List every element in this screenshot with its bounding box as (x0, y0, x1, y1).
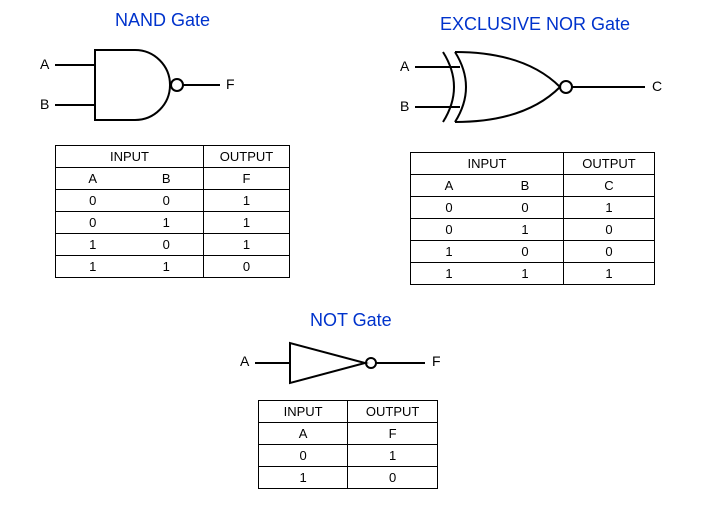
nand-truth-table: INPUT OUTPUT A B F 001 011 101 110 (55, 145, 290, 278)
not-output-header: OUTPUT (348, 401, 438, 423)
xnor-pin-out: C (652, 78, 662, 94)
xnor-gate-symbol (415, 42, 660, 132)
table-row: 010 (411, 219, 655, 241)
nand-title: NAND Gate (115, 10, 210, 31)
xnor-pin-a: A (400, 58, 409, 74)
nand-gate-symbol (55, 40, 245, 130)
not-pin-a: A (240, 353, 249, 369)
table-row: 111 (411, 263, 655, 285)
nand-pin-a: A (40, 56, 49, 72)
not-title: NOT Gate (310, 310, 392, 331)
xnor-truth-table: INPUT OUTPUT A B C 001 010 100 111 (410, 152, 655, 285)
xnor-input-header: INPUT (411, 153, 564, 175)
not-input-header: INPUT (259, 401, 348, 423)
nand-pin-b: B (40, 96, 49, 112)
table-row: 100 (411, 241, 655, 263)
not-gate-symbol (255, 338, 435, 388)
table-row: 110 (56, 256, 290, 278)
xnor-col-out: C (564, 175, 655, 197)
xnor-col-b: B (487, 175, 564, 197)
table-row: 001 (411, 197, 655, 219)
table-row: 001 (56, 190, 290, 212)
table-row: 01 (259, 445, 438, 467)
nand-input-header: INPUT (56, 146, 204, 168)
not-col-out: F (348, 423, 438, 445)
nand-pin-out: F (226, 76, 235, 92)
nand-col-out: F (204, 168, 290, 190)
table-row: 101 (56, 234, 290, 256)
xnor-pin-b: B (400, 98, 409, 114)
not-truth-table: INPUT OUTPUT A F 01 10 (258, 400, 438, 489)
nand-col-a: A (56, 168, 130, 190)
nand-col-b: B (130, 168, 204, 190)
table-row: 011 (56, 212, 290, 234)
xnor-title: EXCLUSIVE NOR Gate (440, 14, 630, 35)
table-row: 10 (259, 467, 438, 489)
not-col-a: A (259, 423, 348, 445)
nand-output-header: OUTPUT (204, 146, 290, 168)
not-pin-out: F (432, 353, 441, 369)
xnor-col-a: A (411, 175, 488, 197)
xnor-output-header: OUTPUT (564, 153, 655, 175)
